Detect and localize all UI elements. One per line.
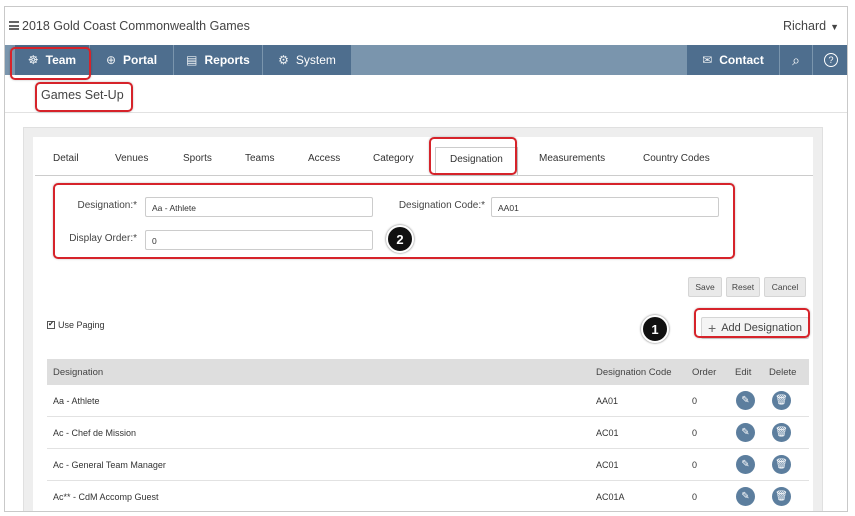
nav-system-button[interactable]: ⚙ System bbox=[263, 45, 351, 75]
designation-cell: Aa - Athlete bbox=[53, 396, 100, 406]
tab-venues[interactable]: Venues bbox=[115, 153, 148, 164]
use-paging-toggle[interactable]: ✔ Use Paging bbox=[47, 320, 105, 330]
nav-search-button[interactable]: ⌕ bbox=[780, 45, 812, 75]
delete-trash-icon[interactable]: 🗑 bbox=[772, 455, 791, 474]
edit-pencil-icon[interactable]: ✎ bbox=[736, 455, 755, 474]
order-cell: 0 bbox=[692, 396, 698, 406]
gear-icon: ⚙ bbox=[278, 53, 289, 67]
main-nav: ☸ Team ⊕ Portal ▤ Reports ⚙ System ✉ Con… bbox=[5, 45, 847, 75]
nav-help-button[interactable]: ? bbox=[813, 45, 847, 75]
search-icon: ⌕ bbox=[792, 51, 800, 68]
designation-cell: Ac** - CdM Accomp Guest bbox=[53, 492, 159, 502]
code-cell: AC01 bbox=[596, 460, 619, 470]
step-marker-1: 1 bbox=[641, 315, 669, 343]
tab-bar: Detail Venues Sports Teams Access Catego… bbox=[33, 147, 813, 176]
title-bar: 2018 Gold Coast Commonwealth Games Richa… bbox=[5, 7, 847, 45]
col-edit: Edit bbox=[735, 367, 752, 378]
table-header: Designation Designation Code Order Edit … bbox=[47, 359, 809, 385]
delete-trash-icon[interactable]: 🗑 bbox=[772, 391, 791, 410]
use-paging-label: Use Paging bbox=[58, 320, 105, 330]
user-name: Richard bbox=[783, 19, 827, 33]
designation-cell: Ac - Chef de Mission bbox=[53, 428, 137, 438]
nav-portal-button[interactable]: ⊕ Portal bbox=[90, 45, 173, 75]
help-icon: ? bbox=[824, 53, 838, 67]
edit-pencil-icon[interactable]: ✎ bbox=[736, 391, 755, 410]
save-button[interactable]: Save bbox=[688, 277, 722, 297]
reset-button[interactable]: Reset bbox=[726, 277, 760, 297]
step-marker-2: 2 bbox=[386, 225, 414, 253]
col-designation[interactable]: Designation bbox=[53, 367, 103, 378]
code-cell: AA01 bbox=[596, 396, 619, 406]
menu-icon bbox=[9, 21, 19, 30]
callout-add-designation bbox=[694, 308, 810, 338]
edit-pencil-icon[interactable]: ✎ bbox=[736, 423, 755, 442]
use-paging-checkbox[interactable]: ✔ bbox=[47, 321, 55, 329]
order-cell: 0 bbox=[692, 492, 698, 502]
table-row[interactable]: Ac** - CdM Accomp Guest AC01A 0 ✎ 🗑 bbox=[47, 481, 809, 511]
code-cell: AC01 bbox=[596, 428, 619, 438]
delete-trash-icon[interactable]: 🗑 bbox=[772, 423, 791, 442]
col-delete: Delete bbox=[769, 367, 797, 378]
designation-cell: Ac - General Team Manager bbox=[53, 460, 166, 470]
order-cell: 0 bbox=[692, 460, 698, 470]
callout-designation-tab bbox=[429, 137, 517, 175]
tab-teams[interactable]: Teams bbox=[245, 153, 274, 164]
cancel-button[interactable]: Cancel bbox=[764, 277, 806, 297]
envelope-icon: ✉ bbox=[702, 53, 713, 67]
order-cell: 0 bbox=[692, 428, 698, 438]
table-row[interactable]: Ac - Chef de Mission AC01 0 ✎ 🗑 bbox=[47, 417, 809, 449]
table-row[interactable]: Aa - Athlete AA01 0 ✎ 🗑 bbox=[47, 385, 809, 417]
caret-down-icon: ▼ bbox=[830, 22, 839, 32]
nav-portal-label: Portal bbox=[123, 53, 158, 67]
tab-sports[interactable]: Sports bbox=[183, 153, 212, 164]
callout-team bbox=[10, 47, 91, 80]
app-title: 2018 Gold Coast Commonwealth Games bbox=[22, 19, 250, 33]
globe-icon: ⊕ bbox=[105, 53, 117, 67]
tab-access[interactable]: Access bbox=[308, 153, 340, 164]
callout-games-setup bbox=[35, 82, 133, 112]
nav-reports-label: Reports bbox=[204, 53, 250, 67]
tab-category[interactable]: Category bbox=[373, 153, 414, 164]
tab-detail[interactable]: Detail bbox=[53, 153, 79, 164]
report-icon: ▤ bbox=[186, 53, 198, 67]
tab-country-codes[interactable]: Country Codes bbox=[643, 153, 710, 164]
delete-trash-icon[interactable]: 🗑 bbox=[772, 487, 791, 506]
col-designation-code[interactable]: Designation Code bbox=[596, 367, 672, 378]
nav-system-label: System bbox=[295, 53, 336, 67]
tab-divider bbox=[35, 175, 813, 176]
nav-contact-label: Contact bbox=[719, 53, 764, 67]
col-order[interactable]: Order bbox=[692, 367, 716, 378]
user-menu[interactable]: Richard ▼ bbox=[783, 19, 839, 33]
edit-pencil-icon[interactable]: ✎ bbox=[736, 487, 755, 506]
tab-measurements[interactable]: Measurements bbox=[539, 153, 605, 164]
table-row[interactable]: Ac - General Team Manager AC01 0 ✎ 🗑 bbox=[47, 449, 809, 481]
code-cell: AC01A bbox=[596, 492, 625, 502]
app-window: 2018 Gold Coast Commonwealth Games Richa… bbox=[4, 6, 848, 512]
nav-contact-button[interactable]: ✉ Contact bbox=[687, 45, 779, 75]
nav-reports-button[interactable]: ▤ Reports bbox=[174, 45, 262, 75]
